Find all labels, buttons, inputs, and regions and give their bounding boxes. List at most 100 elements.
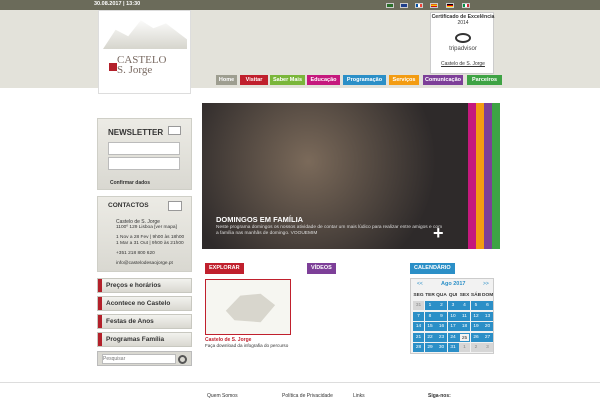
hero-text: Neste programa domingos os nossos ativid…: [216, 225, 443, 236]
hours-winter: 1 Nov a 28 Fev | 9h00 às 18h00: [116, 235, 185, 240]
phone: +351 218 800 620: [116, 251, 155, 256]
newsletter-panel: NEWSLETTER Confirmar dados: [97, 118, 192, 190]
section-videos[interactable]: VÍDEOS: [307, 263, 336, 274]
calendar-date[interactable]: 2: [436, 301, 447, 310]
calendar-date[interactable]: 26: [470, 332, 482, 342]
search-box: [97, 351, 192, 366]
calendar-date[interactable]: 12: [470, 311, 482, 321]
calendar-date[interactable]: 15: [424, 322, 436, 331]
tab-4[interactable]: Programação: [343, 75, 386, 85]
calendar-date[interactable]: 22: [424, 332, 436, 342]
calendar-date[interactable]: 2: [470, 343, 482, 352]
calendar-prev[interactable]: <<: [417, 281, 423, 287]
calendar-date[interactable]: 4: [459, 301, 470, 310]
calendar-day-header: SEX: [459, 293, 470, 298]
calendar-month: Ago 2017: [441, 281, 466, 287]
footer-link-quem-somos[interactable]: Quem Somos: [207, 393, 238, 399]
newsletter-confirm-link[interactable]: Confirmar dados: [110, 180, 150, 186]
sidebar-item-3[interactable]: Programas Família: [97, 332, 192, 347]
calendar-date[interactable]: 16: [436, 322, 447, 331]
hero-stripe-1: [476, 103, 484, 249]
calendar-day-header: TER: [425, 293, 435, 298]
cert-brand: tripadvisor: [449, 46, 477, 52]
sidebar-item-0[interactable]: Preços e horários: [97, 278, 192, 293]
calendar-next[interactable]: >>: [483, 281, 489, 287]
section-explorar[interactable]: EXPLORAR: [205, 263, 244, 274]
tab-3[interactable]: Educação: [307, 75, 340, 85]
calendar-date[interactable]: 10: [447, 311, 459, 321]
calendar-date[interactable]: 31: [447, 343, 459, 352]
calendar-date[interactable]: 9: [436, 311, 447, 321]
section-calendario[interactable]: CALENDÁRIO: [410, 263, 455, 274]
logo-text: CASTELO S. Jorge: [117, 55, 167, 76]
tab-0[interactable]: Home: [216, 75, 237, 85]
calendar-date[interactable]: 14: [413, 322, 424, 331]
contact-card-icon: [168, 201, 182, 211]
address-line2[interactable]: 1100º 129 Lisboa [ver mapa]: [116, 225, 177, 230]
castle-illustration: [103, 20, 187, 49]
calendar-date[interactable]: 18: [459, 322, 470, 331]
calendar-date[interactable]: 3: [482, 343, 493, 352]
header: CASTELO S. Jorge Home Visitar Saber Mais Edu…: [0, 10, 600, 94]
calendar-date[interactable]: 23: [436, 332, 447, 342]
hero-title: DOMINGOS EM FAMÍLIA: [216, 215, 304, 224]
cert-year: 2014: [457, 20, 469, 26]
newsletter-email-input[interactable]: [108, 157, 180, 170]
footer-link-links[interactable]: Links: [353, 393, 365, 399]
search-input[interactable]: [102, 354, 176, 364]
calendar-date[interactable]: 8: [424, 311, 436, 321]
calendar-date[interactable]: 30: [436, 343, 447, 352]
calendar-day-header: SEG: [413, 293, 424, 298]
calendar-date[interactable]: 3: [447, 301, 459, 310]
footer-link-privacidade[interactable]: Política de Privacidade: [282, 393, 333, 399]
calendar-date[interactable]: 19: [470, 322, 482, 331]
calendar-date[interactable]: 1: [424, 301, 436, 310]
cert-link[interactable]: Castelo de S. Jorge: [431, 61, 495, 67]
plus-icon[interactable]: +: [433, 224, 444, 242]
envelope-icon: [168, 126, 181, 135]
calendar-date[interactable]: 6: [482, 301, 493, 310]
calendar-date[interactable]: 31: [413, 301, 424, 310]
search-icon[interactable]: [178, 355, 187, 364]
hero-stripe-3: [492, 103, 500, 249]
hero-banner[interactable]: DOMINGOS EM FAMÍLIA Neste programa domin…: [202, 103, 500, 249]
flag-de-icon[interactable]: [446, 3, 454, 8]
calendar-date[interactable]: 21: [413, 332, 424, 342]
top-bar: 30.08.2017 | 13:30: [0, 0, 600, 10]
calendar-date[interactable]: 24: [447, 332, 459, 342]
tripadvisor-certificate[interactable]: Certificado de Excelência 2014 tripadvis…: [430, 12, 494, 74]
flag-pt-icon[interactable]: [386, 3, 394, 8]
tab-6[interactable]: Comunicação: [423, 75, 463, 85]
calendar-date[interactable]: 5: [470, 301, 482, 310]
explorar-image[interactable]: [205, 279, 291, 335]
email-link[interactable]: info@castelodesaojorge.pt: [116, 261, 173, 266]
date-time: 30.08.2017 | 13:30: [94, 1, 141, 7]
calendar-date[interactable]: 11: [459, 311, 470, 321]
calendar-day-header: QUI: [448, 293, 458, 298]
calendar-date[interactable]: 27: [482, 332, 493, 342]
explorar-desc: Faça download da infografia do percurso: [205, 343, 289, 348]
calendar-date[interactable]: 25: [459, 332, 470, 342]
tab-7[interactable]: Parceiros: [467, 75, 502, 85]
flag-fr-icon[interactable]: [415, 3, 423, 8]
calendar-date[interactable]: 7: [413, 311, 424, 321]
calendar-date[interactable]: 13: [482, 311, 493, 321]
flag-es-icon[interactable]: [430, 3, 438, 8]
calendar-date[interactable]: 17: [447, 322, 459, 331]
logo[interactable]: CASTELO S. Jorge: [98, 10, 191, 94]
calendar-date[interactable]: 20: [482, 322, 493, 331]
contacts-title: CONTACTOS: [108, 202, 149, 209]
flag-uk-icon[interactable]: [400, 3, 408, 8]
sidebar-item-1[interactable]: Acontece no Castelo: [97, 296, 192, 311]
calendar-date[interactable]: 1: [459, 343, 470, 352]
sidebar-item-2[interactable]: Festas de Anos: [97, 314, 192, 329]
newsletter-name-input[interactable]: [108, 142, 180, 155]
calendar-date[interactable]: 29: [424, 343, 436, 352]
flag-it-icon[interactable]: [462, 3, 470, 8]
tab-2[interactable]: Saber Mais: [270, 75, 305, 85]
newsletter-title: NEWSLETTER: [108, 128, 164, 137]
tab-5[interactable]: Serviços: [389, 75, 419, 85]
tab-1[interactable]: Visitar: [240, 75, 268, 85]
calendar-date[interactable]: 28: [413, 343, 424, 352]
calendar: << Ago 2017 >> SEG TER QUA QUI SEX SÁB DOM 31 1 2…: [410, 278, 494, 354]
